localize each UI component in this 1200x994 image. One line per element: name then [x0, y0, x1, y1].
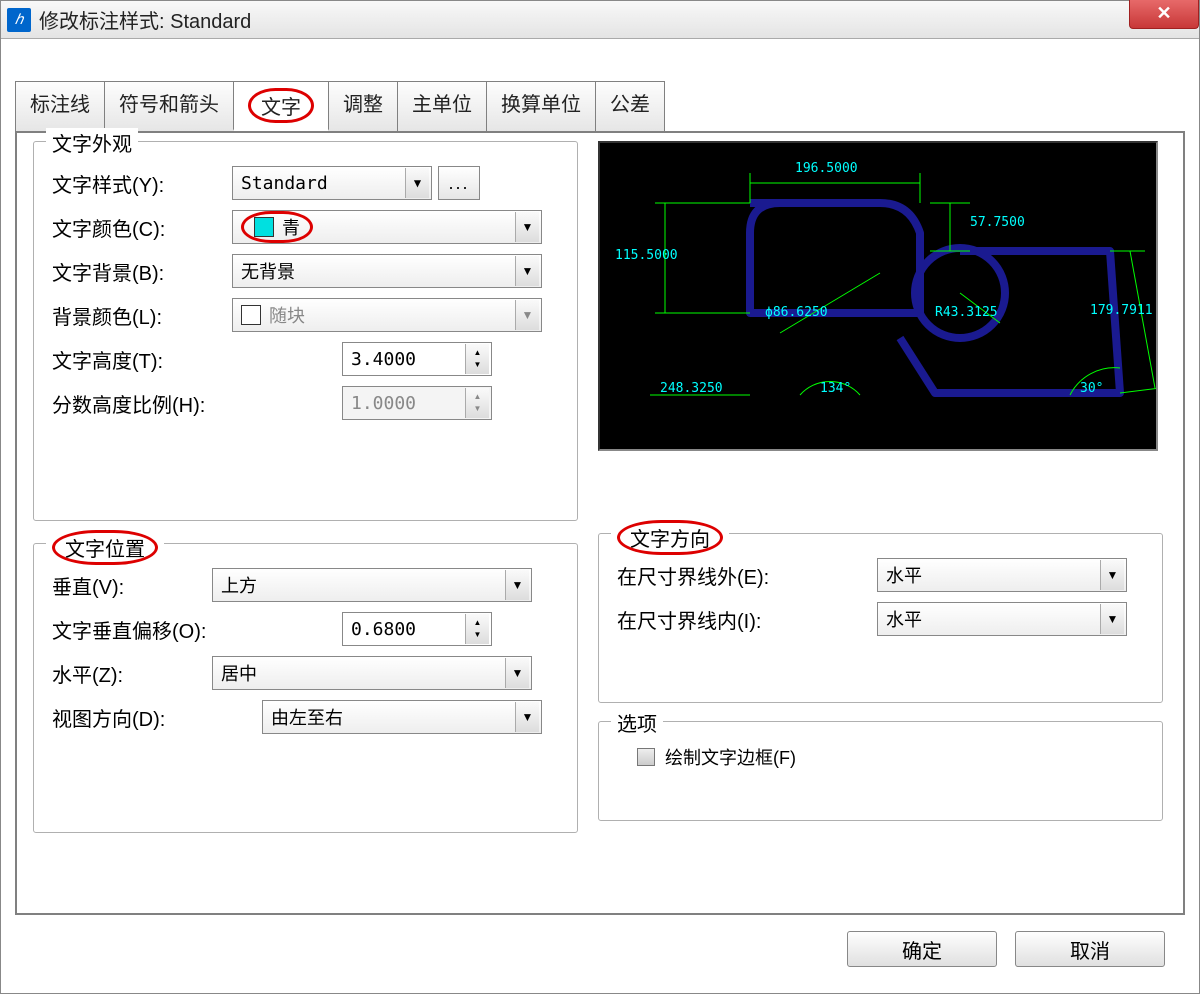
combo-text-bg[interactable]: 无背景 ▼: [232, 254, 542, 288]
label-text-height: 文字高度(T):: [52, 345, 342, 374]
vertical-value: 上方: [221, 572, 257, 598]
dialog-window: ℎ 修改标注样式: Standard ✕ 标注线 符号和箭头 文字 调整 主单位…: [0, 0, 1200, 994]
app-icon: ℎ: [7, 8, 31, 32]
dim-8: 134°: [820, 381, 851, 396]
chevron-down-icon: ▼: [1100, 604, 1124, 634]
voffset-value: 0.6800: [351, 619, 416, 640]
cancel-button[interactable]: 取消: [1015, 931, 1165, 967]
tabstrip: 标注线 符号和箭头 文字 调整 主单位 换算单位 公差: [15, 81, 1185, 133]
label-vertical: 垂直(V):: [52, 571, 212, 600]
label-horizontal: 水平(Z):: [52, 659, 212, 688]
viewdir-value: 由左至右: [271, 704, 343, 730]
preview-pane: 196.5000 57.7500 115.5000 179.7911 ϕ86.6…: [598, 141, 1158, 451]
chevron-down-icon: ▼: [1100, 560, 1124, 590]
titlebar: ℎ 修改标注样式: Standard ✕: [1, 1, 1199, 39]
label-inside: 在尺寸界线内(I):: [617, 605, 877, 634]
group-position-title: 文字位置: [46, 530, 164, 565]
combo-inside[interactable]: 水平 ▼: [877, 602, 1127, 636]
tab-symbols[interactable]: 符号和箭头: [104, 81, 234, 131]
chevron-down-icon: ▼: [405, 168, 429, 198]
drawframe-label: 绘制文字边框(F): [665, 744, 796, 770]
inside-value: 水平: [886, 606, 922, 632]
label-fraction-height: 分数高度比例(H):: [52, 389, 342, 418]
text-style-value: Standard: [241, 173, 328, 194]
horizontal-value: 居中: [221, 660, 257, 686]
close-icon: ✕: [1156, 3, 1171, 24]
group-direction: 文字方向 在尺寸界线外(E): 水平 ▼ 在尺寸界线内(I):: [598, 533, 1163, 703]
spinner-arrows-icon: ▲▼: [465, 614, 489, 644]
dim-2: 57.7500: [970, 215, 1025, 230]
color-swatch-cyan: [254, 217, 274, 237]
dim-6: R43.3125: [935, 305, 998, 320]
fraction-height-value: 1.0000: [351, 393, 416, 414]
tab-alternate[interactable]: 换算单位: [486, 81, 596, 131]
spinner-text-height[interactable]: 3.4000 ▲▼: [342, 342, 492, 376]
combo-text-color[interactable]: 青 ▼: [232, 210, 542, 244]
label-text-color: 文字颜色(C):: [52, 213, 232, 242]
window-title: 修改标注样式: Standard: [39, 5, 251, 34]
spinner-arrows-icon: ▲▼: [465, 388, 489, 418]
tab-fit[interactable]: 调整: [328, 81, 398, 131]
spinner-fraction-height: 1.0000 ▲▼: [342, 386, 492, 420]
outside-value: 水平: [886, 562, 922, 588]
tab-tolerance[interactable]: 公差: [595, 81, 665, 131]
group-options: 选项 绘制文字边框(F): [598, 721, 1163, 821]
close-button[interactable]: ✕: [1129, 0, 1199, 29]
combo-viewdir[interactable]: 由左至右 ▼: [262, 700, 542, 734]
chevron-down-icon: ▼: [515, 256, 539, 286]
text-bg-value: 无背景: [241, 258, 295, 284]
chevron-down-icon: ▼: [505, 658, 529, 688]
checkbox-drawframe[interactable]: 绘制文字边框(F): [617, 736, 1144, 778]
ok-button[interactable]: 确定: [847, 931, 997, 967]
group-position: 文字位置 垂直(V): 上方 ▼ 文字垂直偏移(O): 0.6800 ▲▼: [33, 543, 578, 833]
dialog-content: 标注线 符号和箭头 文字 调整 主单位 换算单位 公差 文字外观 文字样式(Y)…: [1, 39, 1199, 993]
label-outside: 在尺寸界线外(E):: [617, 561, 877, 590]
tab-text-label: 文字: [248, 88, 314, 123]
dialog-buttons: 确定 取消: [15, 915, 1185, 979]
chevron-down-icon: ▼: [515, 702, 539, 732]
text-color-value: 青: [282, 214, 300, 240]
label-text-style: 文字样式(Y):: [52, 169, 232, 198]
button-style-more[interactable]: ...: [438, 166, 480, 200]
combo-vertical[interactable]: 上方 ▼: [212, 568, 532, 602]
dim-7: 248.3250: [660, 381, 723, 396]
group-options-title: 选项: [611, 708, 663, 737]
dim-4: 179.7911: [1090, 303, 1153, 318]
dim-5: ϕ86.6250: [765, 305, 828, 320]
dim-9: 30°: [1080, 381, 1103, 396]
tab-primary[interactable]: 主单位: [397, 81, 487, 131]
tab-dimline[interactable]: 标注线: [15, 81, 105, 131]
combo-text-style[interactable]: Standard ▼: [232, 166, 432, 200]
text-height-value: 3.4000: [351, 349, 416, 370]
tab-text[interactable]: 文字: [233, 81, 329, 131]
group-direction-title: 文字方向: [611, 520, 729, 555]
dim-3: 115.5000: [615, 248, 678, 263]
chevron-down-icon: ▼: [505, 570, 529, 600]
chevron-down-icon: ▼: [515, 212, 539, 242]
spinner-arrows-icon: ▲▼: [465, 344, 489, 374]
label-bg-color: 背景颜色(L):: [52, 301, 232, 330]
label-voffset: 文字垂直偏移(O):: [52, 615, 342, 644]
group-appearance-title: 文字外观: [46, 128, 138, 157]
combo-outside[interactable]: 水平 ▼: [877, 558, 1127, 592]
checkbox-icon: [637, 748, 655, 766]
label-text-bg: 文字背景(B):: [52, 257, 232, 286]
label-viewdir: 视图方向(D):: [52, 703, 262, 732]
bg-color-value: 随块: [269, 302, 305, 328]
dim-1: 196.5000: [795, 161, 858, 176]
chevron-down-icon: ▼: [515, 300, 539, 330]
color-swatch-byblock: [241, 305, 261, 325]
combo-horizontal[interactable]: 居中 ▼: [212, 656, 532, 690]
tab-body: 文字外观 文字样式(Y): Standard ▼ ... 文字颜色(C):: [15, 131, 1185, 915]
combo-bg-color: 随块 ▼: [232, 298, 542, 332]
spinner-voffset[interactable]: 0.6800 ▲▼: [342, 612, 492, 646]
group-appearance: 文字外观 文字样式(Y): Standard ▼ ... 文字颜色(C):: [33, 141, 578, 521]
